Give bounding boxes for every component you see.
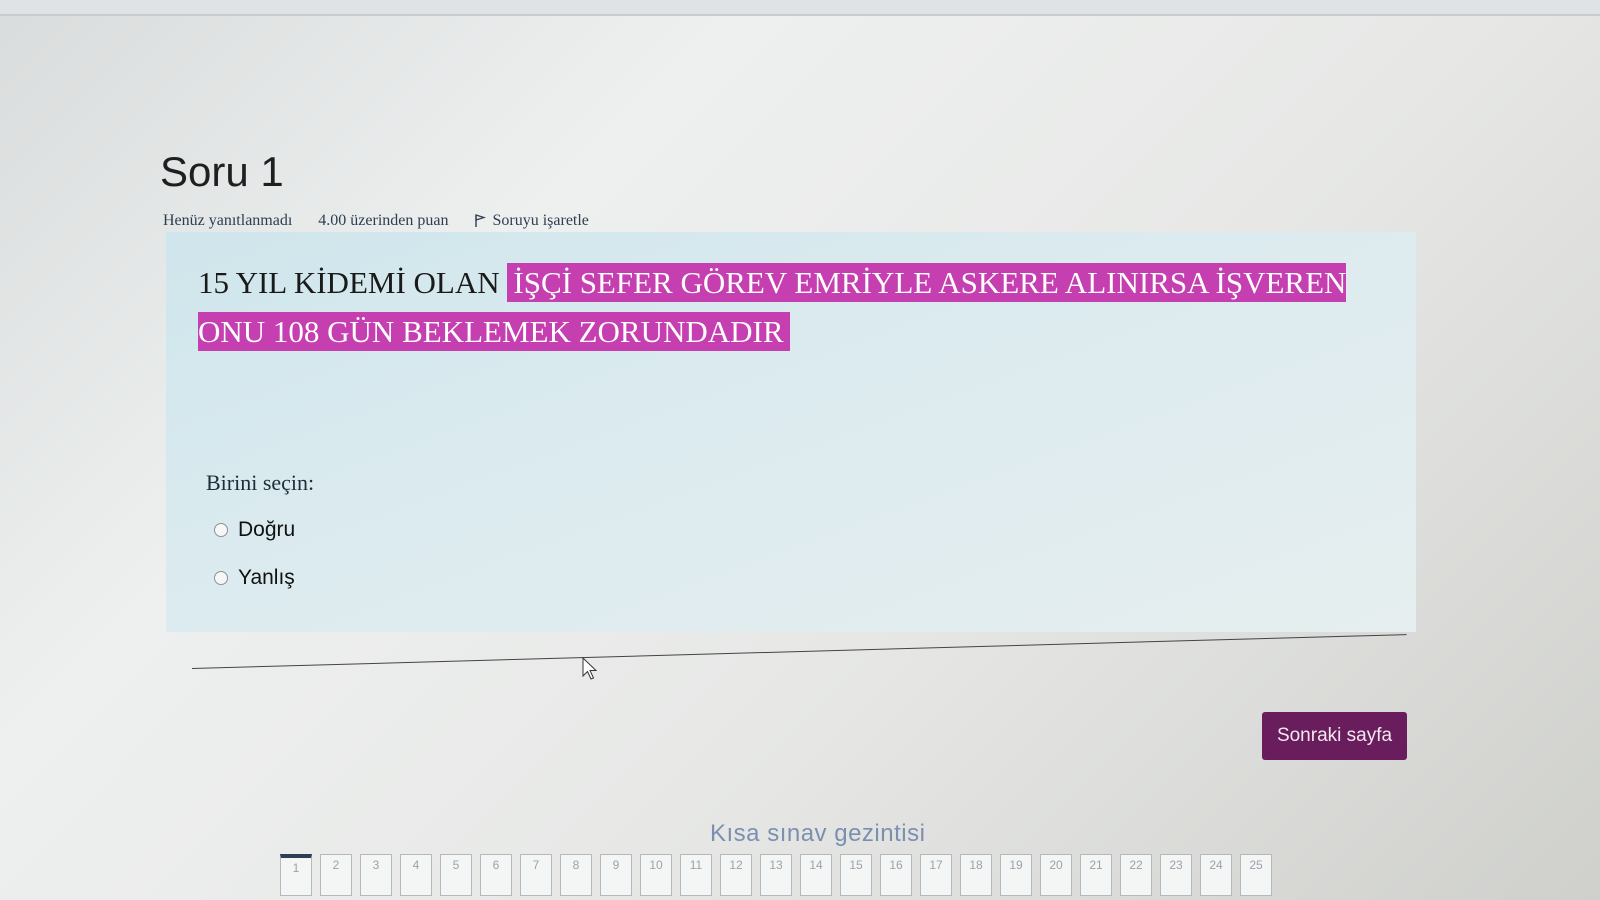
- answer-option-dogru[interactable]: Doğru: [214, 518, 295, 542]
- question-status: Henüz yanıtlanmadı: [163, 212, 293, 229]
- question-content-box: 15 YIL KİDEMİ OLAN İŞÇİ SEFER GÖREV EMRİ…: [166, 232, 1416, 632]
- quiz-nav-button[interactable]: 14: [800, 854, 832, 896]
- quiz-nav-button[interactable]: 12: [720, 854, 752, 896]
- quiz-nav-button[interactable]: 9: [600, 854, 632, 896]
- quiz-nav-button[interactable]: 25: [1240, 854, 1272, 896]
- flag-question-label: Soruyu işaretle: [492, 212, 589, 229]
- radio-button[interactable]: [214, 571, 228, 585]
- quiz-nav-button[interactable]: 23: [1160, 854, 1192, 896]
- quiz-navigation-title: Kısa sınav gezintisi: [710, 820, 926, 847]
- question-title: Soru 1: [160, 148, 284, 195]
- question-info: Henüz yanıtlanmadı 4.00 üzerinden puan S…: [163, 210, 589, 232]
- quiz-nav-button[interactable]: 1: [280, 854, 312, 896]
- question-points: 4.00 üzerinden puan: [318, 212, 449, 229]
- quiz-nav-button[interactable]: 22: [1120, 854, 1152, 896]
- quiz-nav-button[interactable]: 7: [520, 854, 552, 896]
- question-text: 15 YIL KİDEMİ OLAN İŞÇİ SEFER GÖREV EMRİ…: [198, 258, 1378, 356]
- radio-button[interactable]: [214, 523, 228, 537]
- quiz-nav-button[interactable]: 20: [1040, 854, 1072, 896]
- quiz-nav-button[interactable]: 24: [1200, 854, 1232, 896]
- quiz-nav-button[interactable]: 19: [1000, 854, 1032, 896]
- quiz-navigation-grid: 1 2 3 4 5 6 7 8 9 10 11 12 13 14 15 16 17 18 19 20 21 22 23 24 2…: [280, 854, 1272, 896]
- quiz-nav-button[interactable]: 11: [680, 854, 712, 896]
- answer-option-yanlis[interactable]: Yanlış: [214, 566, 295, 590]
- quiz-nav-button[interactable]: 10: [640, 854, 672, 896]
- quiz-nav-button[interactable]: 2: [320, 854, 352, 896]
- question-text-plain: 15 YIL KİDEMİ OLAN: [198, 265, 508, 300]
- quiz-nav-button[interactable]: 17: [920, 854, 952, 896]
- quiz-nav-button[interactable]: 3: [360, 854, 392, 896]
- next-page-button[interactable]: Sonraki sayfa: [1262, 712, 1407, 760]
- answer-option-label: Yanlış: [238, 566, 295, 589]
- browser-top-strip: [0, 0, 1600, 16]
- answer-option-label: Doğru: [238, 518, 296, 541]
- flag-question-link[interactable]: Soruyu işaretle: [474, 212, 589, 230]
- quiz-nav-button[interactable]: 4: [400, 854, 432, 896]
- quiz-nav-button[interactable]: 13: [760, 854, 792, 896]
- quiz-nav-button[interactable]: 21: [1080, 854, 1112, 896]
- quiz-nav-button[interactable]: 16: [880, 854, 912, 896]
- answer-prompt: Birini seçin:: [206, 470, 315, 495]
- quiz-nav-button[interactable]: 18: [960, 854, 992, 896]
- flag-icon: [475, 214, 487, 227]
- content-divider: [191, 634, 1407, 669]
- quiz-nav-button[interactable]: 6: [480, 854, 512, 896]
- mouse-cursor-icon: [582, 657, 598, 680]
- quiz-nav-button[interactable]: 8: [560, 854, 592, 896]
- quiz-nav-button[interactable]: 15: [840, 854, 872, 896]
- quiz-nav-button[interactable]: 5: [440, 854, 472, 896]
